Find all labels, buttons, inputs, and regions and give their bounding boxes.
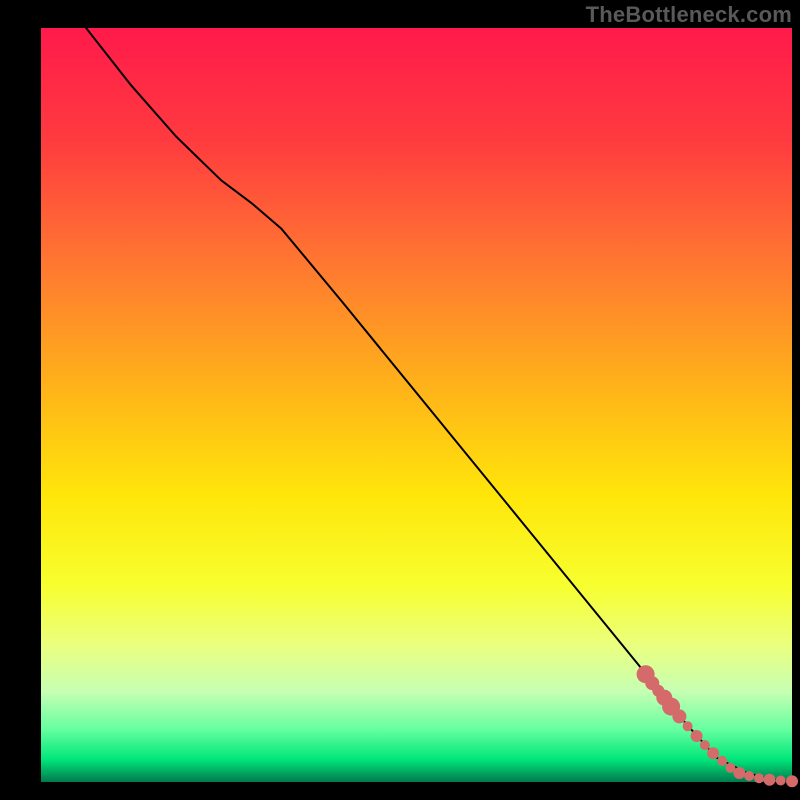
scatter-dot <box>700 740 710 750</box>
scatter-dot <box>754 773 764 783</box>
chart-stage: TheBottleneck.com <box>0 0 800 800</box>
scatter-dot <box>683 721 693 731</box>
scatter-dot <box>691 730 703 742</box>
scatter-dot <box>764 774 776 786</box>
scatter-dot <box>707 747 719 759</box>
watermark-label: TheBottleneck.com <box>586 2 792 28</box>
scatter-dot <box>786 775 798 787</box>
scatter-dot <box>717 756 727 766</box>
scatter-dot <box>733 767 745 779</box>
scatter-dot <box>744 771 754 781</box>
scatter-dot <box>776 776 786 786</box>
chart-svg <box>0 0 800 800</box>
scatter-dot <box>672 709 686 723</box>
